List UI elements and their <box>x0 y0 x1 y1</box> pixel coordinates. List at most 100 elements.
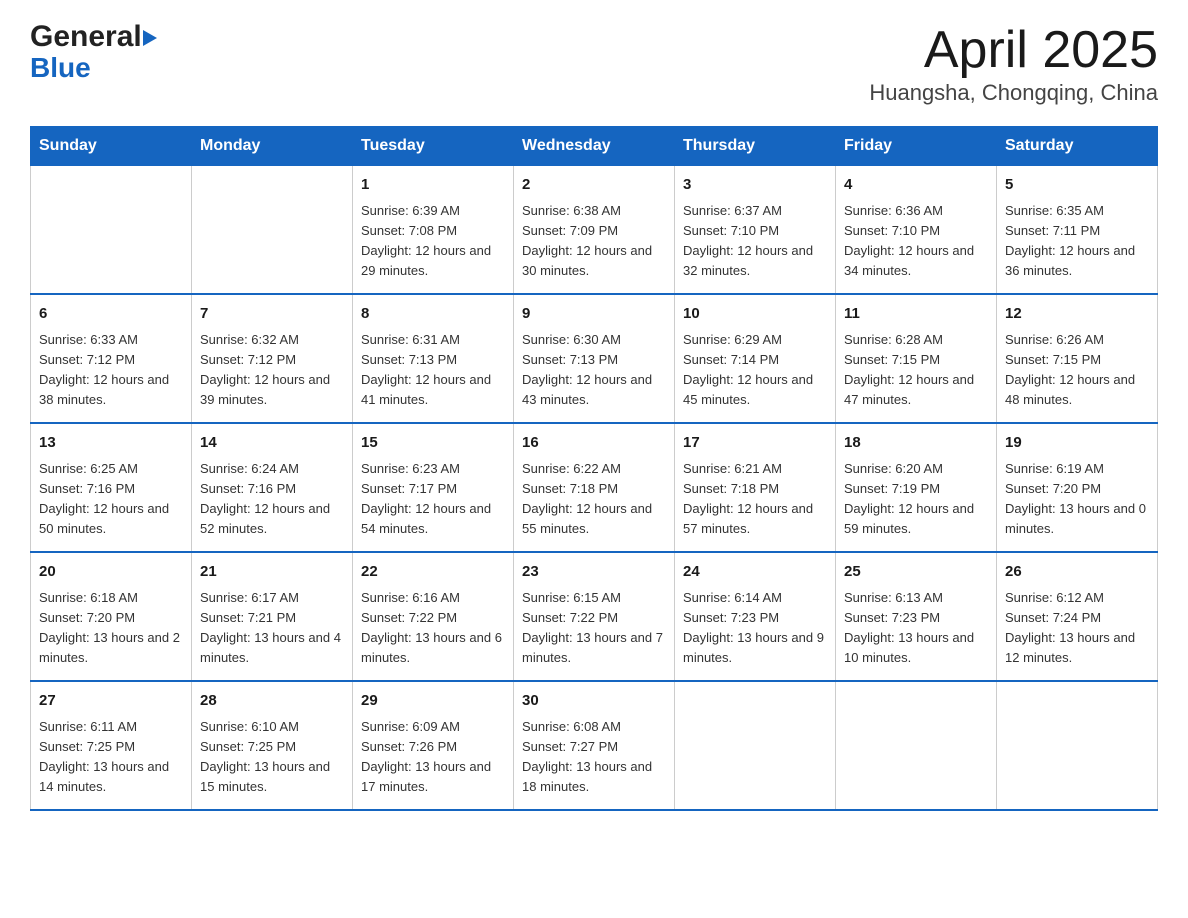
day-cell: 6 Sunrise: 6:33 AMSunset: 7:12 PMDaylight… <box>31 294 192 423</box>
week-row-5: 27 Sunrise: 6:11 AMSunset: 7:25 PMDayligh… <box>31 681 1158 810</box>
day-cell: 30 Sunrise: 6:08 AMSunset: 7:27 PMDayligh… <box>514 681 675 810</box>
weekday-header-sunday: Sunday <box>31 127 192 166</box>
day-info: Sunrise: 6:33 AMSunset: 7:12 PMDaylight:… <box>39 330 183 411</box>
day-number: 8 <box>361 303 505 326</box>
day-number: 29 <box>361 690 505 713</box>
day-info: Sunrise: 6:11 AMSunset: 7:25 PMDaylight:… <box>39 717 183 798</box>
day-info: Sunrise: 6:39 AMSunset: 7:08 PMDaylight:… <box>361 201 505 282</box>
logo-triangle-icon <box>143 30 157 46</box>
day-info: Sunrise: 6:32 AMSunset: 7:12 PMDaylight:… <box>200 330 344 411</box>
day-cell: 21 Sunrise: 6:17 AMSunset: 7:21 PMDayligh… <box>192 552 353 681</box>
day-number: 27 <box>39 690 183 713</box>
day-info: Sunrise: 6:15 AMSunset: 7:22 PMDaylight:… <box>522 588 666 669</box>
day-cell: 23 Sunrise: 6:15 AMSunset: 7:22 PMDayligh… <box>514 552 675 681</box>
day-number: 3 <box>683 174 827 197</box>
day-info: Sunrise: 6:37 AMSunset: 7:10 PMDaylight:… <box>683 201 827 282</box>
month-year-title: April 2025 <box>869 20 1158 80</box>
day-number: 11 <box>844 303 988 326</box>
day-number: 4 <box>844 174 988 197</box>
title-block: April 2025 Huangsha, Chongqing, China <box>869 20 1158 106</box>
day-cell: 15 Sunrise: 6:23 AMSunset: 7:17 PMDayligh… <box>353 423 514 552</box>
day-number: 9 <box>522 303 666 326</box>
week-row-4: 20 Sunrise: 6:18 AMSunset: 7:20 PMDayligh… <box>31 552 1158 681</box>
day-info: Sunrise: 6:22 AMSunset: 7:18 PMDaylight:… <box>522 459 666 540</box>
day-info: Sunrise: 6:21 AMSunset: 7:18 PMDaylight:… <box>683 459 827 540</box>
day-number: 1 <box>361 174 505 197</box>
weekday-header-wednesday: Wednesday <box>514 127 675 166</box>
day-cell: 29Sunrise: 6:09 AMSunset: 7:26 PMDayligh… <box>353 681 514 810</box>
day-cell: 28 Sunrise: 6:10 AMSunset: 7:25 PMDayligh… <box>192 681 353 810</box>
day-info: Sunrise: 6:38 AMSunset: 7:09 PMDaylight:… <box>522 201 666 282</box>
day-number: 15 <box>361 432 505 455</box>
week-row-1: 1 Sunrise: 6:39 AMSunset: 7:08 PMDaylight… <box>31 166 1158 295</box>
day-info: Sunrise: 6:20 AMSunset: 7:19 PMDaylight:… <box>844 459 988 540</box>
day-number: 2 <box>522 174 666 197</box>
day-number: 7 <box>200 303 344 326</box>
logo-general-text: General <box>30 20 142 54</box>
day-cell: 8 Sunrise: 6:31 AMSunset: 7:13 PMDaylight… <box>353 294 514 423</box>
weekday-header-saturday: Saturday <box>997 127 1158 166</box>
day-cell: 13 Sunrise: 6:25 AMSunset: 7:16 PMDayligh… <box>31 423 192 552</box>
day-cell <box>997 681 1158 810</box>
day-cell: 24Sunrise: 6:14 AMSunset: 7:23 PMDayligh… <box>675 552 836 681</box>
day-number: 22 <box>361 561 505 584</box>
day-cell <box>192 166 353 295</box>
day-number: 16 <box>522 432 666 455</box>
logo: General Blue <box>30 20 157 84</box>
day-info: Sunrise: 6:12 AMSunset: 7:24 PMDaylight:… <box>1005 588 1149 669</box>
day-info: Sunrise: 6:13 AMSunset: 7:23 PMDaylight:… <box>844 588 988 669</box>
logo-arrow <box>143 30 157 46</box>
day-cell: 11 Sunrise: 6:28 AMSunset: 7:15 PMDayligh… <box>836 294 997 423</box>
day-number: 12 <box>1005 303 1149 326</box>
day-info: Sunrise: 6:26 AMSunset: 7:15 PMDaylight:… <box>1005 330 1149 411</box>
weekday-header-friday: Friday <box>836 127 997 166</box>
day-info: Sunrise: 6:23 AMSunset: 7:17 PMDaylight:… <box>361 459 505 540</box>
day-info: Sunrise: 6:30 AMSunset: 7:13 PMDaylight:… <box>522 330 666 411</box>
day-number: 21 <box>200 561 344 584</box>
day-number: 18 <box>844 432 988 455</box>
day-cell: 9 Sunrise: 6:30 AMSunset: 7:13 PMDaylight… <box>514 294 675 423</box>
week-row-3: 13 Sunrise: 6:25 AMSunset: 7:16 PMDayligh… <box>31 423 1158 552</box>
day-cell: 16 Sunrise: 6:22 AMSunset: 7:18 PMDayligh… <box>514 423 675 552</box>
day-info: Sunrise: 6:28 AMSunset: 7:15 PMDaylight:… <box>844 330 988 411</box>
day-number: 25 <box>844 561 988 584</box>
day-cell <box>675 681 836 810</box>
day-number: 17 <box>683 432 827 455</box>
week-row-2: 6 Sunrise: 6:33 AMSunset: 7:12 PMDaylight… <box>31 294 1158 423</box>
day-number: 10 <box>683 303 827 326</box>
day-info: Sunrise: 6:16 AMSunset: 7:22 PMDaylight:… <box>361 588 505 669</box>
day-info: Sunrise: 6:31 AMSunset: 7:13 PMDaylight:… <box>361 330 505 411</box>
day-number: 6 <box>39 303 183 326</box>
day-cell: 10 Sunrise: 6:29 AMSunset: 7:14 PMDayligh… <box>675 294 836 423</box>
day-info: Sunrise: 6:08 AMSunset: 7:27 PMDaylight:… <box>522 717 666 798</box>
day-cell <box>836 681 997 810</box>
day-cell: 4Sunrise: 6:36 AMSunset: 7:10 PMDaylight… <box>836 166 997 295</box>
day-cell: 27 Sunrise: 6:11 AMSunset: 7:25 PMDayligh… <box>31 681 192 810</box>
day-cell <box>31 166 192 295</box>
day-cell: 7 Sunrise: 6:32 AMSunset: 7:12 PMDaylight… <box>192 294 353 423</box>
logo-blue-text: Blue <box>30 52 91 84</box>
day-cell: 14Sunrise: 6:24 AMSunset: 7:16 PMDayligh… <box>192 423 353 552</box>
day-cell: 19Sunrise: 6:19 AMSunset: 7:20 PMDayligh… <box>997 423 1158 552</box>
location-subtitle: Huangsha, Chongqing, China <box>869 80 1158 106</box>
day-number: 28 <box>200 690 344 713</box>
day-info: Sunrise: 6:18 AMSunset: 7:20 PMDaylight:… <box>39 588 183 669</box>
day-cell: 1 Sunrise: 6:39 AMSunset: 7:08 PMDaylight… <box>353 166 514 295</box>
day-info: Sunrise: 6:14 AMSunset: 7:23 PMDaylight:… <box>683 588 827 669</box>
day-number: 13 <box>39 432 183 455</box>
day-info: Sunrise: 6:17 AMSunset: 7:21 PMDaylight:… <box>200 588 344 669</box>
day-cell: 12 Sunrise: 6:26 AMSunset: 7:15 PMDayligh… <box>997 294 1158 423</box>
day-number: 20 <box>39 561 183 584</box>
day-info: Sunrise: 6:25 AMSunset: 7:16 PMDaylight:… <box>39 459 183 540</box>
day-number: 26 <box>1005 561 1149 584</box>
page-header: General Blue April 2025 Huangsha, Chongq… <box>30 20 1158 106</box>
day-number: 19 <box>1005 432 1149 455</box>
day-number: 30 <box>522 690 666 713</box>
day-info: Sunrise: 6:29 AMSunset: 7:14 PMDaylight:… <box>683 330 827 411</box>
day-cell: 20 Sunrise: 6:18 AMSunset: 7:20 PMDayligh… <box>31 552 192 681</box>
weekday-header-row: SundayMondayTuesdayWednesdayThursdayFrid… <box>31 127 1158 166</box>
day-info: Sunrise: 6:35 AMSunset: 7:11 PMDaylight:… <box>1005 201 1149 282</box>
day-info: Sunrise: 6:10 AMSunset: 7:25 PMDaylight:… <box>200 717 344 798</box>
day-number: 23 <box>522 561 666 584</box>
day-number: 5 <box>1005 174 1149 197</box>
